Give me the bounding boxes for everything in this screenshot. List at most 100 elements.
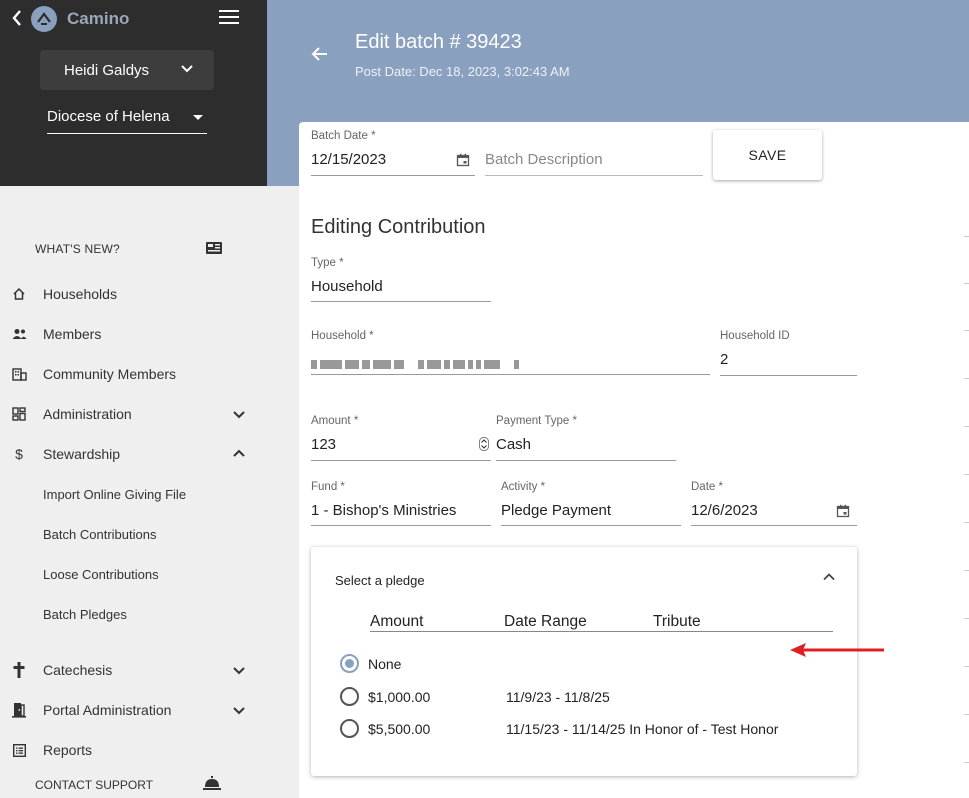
type-field[interactable]: Type * Household: [311, 257, 491, 302]
dollar-icon: $: [15, 446, 23, 462]
service-bell-icon[interactable]: [202, 775, 222, 791]
pledge-radio-1000[interactable]: [340, 687, 359, 706]
contact-support-label[interactable]: CONTACT SUPPORT: [35, 778, 153, 792]
sidebar-item-label: Members: [43, 326, 102, 342]
newspaper-icon[interactable]: [205, 241, 223, 255]
field-label: Household *: [311, 330, 374, 342]
building-icon: [11, 366, 27, 382]
field-value: 1 - Bishop's Ministries: [311, 502, 457, 519]
sidebar-item-stewardship[interactable]: $ Stewardship: [0, 434, 267, 474]
collapse-back-icon[interactable]: [11, 9, 27, 29]
sidebar-item-reports[interactable]: Reports: [0, 730, 267, 770]
field-label: Batch Date *: [311, 130, 376, 142]
pledge-date-range: 11/9/23 - 11/8/25: [506, 689, 610, 705]
header-divider: [370, 631, 833, 632]
field-value: Household: [311, 278, 383, 295]
redacted-household-name: [311, 355, 522, 372]
chevron-down-icon: [232, 703, 246, 717]
hamburger-menu-icon[interactable]: [219, 10, 239, 26]
user-menu-button[interactable]: Heidi Galdys: [40, 50, 214, 90]
sidebar-item-label: Stewardship: [43, 446, 121, 462]
field-value: Cash: [496, 436, 532, 453]
column-header-date-range: Date Range: [504, 613, 587, 630]
batch-description-field[interactable]: Batch Description: [485, 130, 703, 176]
household-field[interactable]: Household *: [311, 330, 710, 375]
sidebar-subitem-batch-contributions[interactable]: Batch Contributions: [43, 527, 156, 542]
camino-logo-icon: [31, 6, 57, 32]
organization-name: Diocese of Helena: [47, 108, 170, 125]
column-header-tribute: Tribute: [653, 613, 701, 630]
sidebar-item-label: Reports: [43, 742, 93, 758]
pledge-date-range: 11/15/23 - 11/14/25 In Honor of - Test H…: [506, 721, 779, 737]
pledge-radio-5500[interactable]: [340, 719, 359, 738]
field-label: Date *: [691, 481, 723, 493]
chevron-up-icon[interactable]: [822, 570, 836, 584]
sidebar-item-label: Catechesis: [43, 662, 113, 678]
post-date: Post Date: Dec 18, 2023, 3:02:43 AM: [355, 64, 570, 79]
activity-field[interactable]: Activity * Pledge Payment: [501, 481, 681, 526]
field-value: Pledge Payment: [501, 502, 612, 519]
sidebar-subitem-batch-pledges[interactable]: Batch Pledges: [43, 607, 127, 622]
sidebar-item-label: Administration: [43, 406, 132, 422]
field-label: Payment Type *: [496, 415, 577, 427]
sidebar-item-members[interactable]: Members: [0, 314, 267, 354]
field-value: 12/15/2023: [311, 151, 387, 168]
dashboard-icon: [11, 406, 27, 422]
cross-icon: [11, 662, 27, 678]
sidebar-item-administration[interactable]: Administration: [0, 394, 267, 434]
field-label: Household ID: [720, 330, 790, 342]
section-title: Editing Contribution: [311, 216, 486, 238]
sidebar-item-label: Community Members: [43, 366, 177, 382]
field-value: 123: [311, 436, 337, 453]
sidebar-item-community-members[interactable]: Community Members: [0, 354, 267, 394]
pledge-amount: None: [368, 656, 402, 672]
calendar-icon[interactable]: [456, 153, 470, 167]
field-label: Type *: [311, 257, 344, 269]
field-label: Fund *: [311, 481, 345, 493]
field-value: 12/6/2023: [691, 502, 758, 519]
number-spinner-icon[interactable]: [479, 437, 489, 451]
chevron-down-icon: [232, 407, 246, 421]
annotation-arrow-icon: [788, 640, 886, 660]
door-icon: [11, 702, 27, 718]
pledge-panel-heading: Select a pledge: [335, 573, 425, 588]
list-icon: [11, 742, 27, 758]
sidebar: Camino Heidi Galdys Diocese of Helena WH…: [0, 0, 267, 798]
user-name: Heidi Galdys: [64, 61, 150, 79]
sidebar-header: Camino Heidi Galdys Diocese of Helena: [0, 0, 267, 186]
household-id-field[interactable]: Household ID 2: [720, 330, 857, 376]
whats-new-label: WHAT'S NEW?: [35, 242, 120, 256]
pledge-amount: $5,500.00: [368, 721, 431, 737]
page-title: Edit batch # 39423: [355, 31, 522, 53]
sidebar-item-portal-administration[interactable]: Portal Administration: [0, 690, 267, 730]
column-header-amount: Amount: [370, 613, 424, 630]
sidebar-item-label: Portal Administration: [43, 702, 172, 718]
sidebar-item-label: Households: [43, 286, 117, 302]
dropdown-arrow-icon: [193, 115, 203, 120]
pledge-radio-none[interactable]: [340, 654, 359, 673]
fund-field[interactable]: Fund * 1 - Bishop's Ministries: [311, 481, 491, 526]
field-placeholder: Batch Description: [485, 151, 603, 168]
people-icon: [11, 326, 27, 342]
organization-select[interactable]: Diocese of Helena: [47, 108, 207, 134]
save-button[interactable]: SAVE: [713, 130, 822, 180]
field-label: Activity *: [501, 481, 546, 493]
sidebar-item-catechesis[interactable]: Catechesis: [0, 650, 267, 690]
batch-date-field[interactable]: Batch Date * 12/15/2023: [311, 130, 475, 176]
amount-field[interactable]: Amount * 123: [311, 415, 491, 461]
contribution-date-field[interactable]: Date * 12/6/2023: [691, 481, 857, 526]
back-arrow-icon[interactable]: [310, 44, 330, 64]
pledge-amount: $1,000.00: [368, 689, 431, 705]
sidebar-item-households[interactable]: Households: [0, 274, 267, 314]
chevron-down-icon: [232, 663, 246, 677]
field-value: 2: [720, 351, 729, 368]
sidebar-subitem-loose-contributions[interactable]: Loose Contributions: [43, 567, 159, 582]
calendar-icon[interactable]: [836, 504, 850, 518]
field-label: Amount *: [311, 415, 359, 427]
chevron-up-icon: [232, 447, 246, 461]
app-brand: Camino: [67, 9, 130, 28]
home-icon: [11, 286, 27, 302]
chevron-down-icon: [180, 61, 194, 78]
sidebar-subitem-import-online-giving[interactable]: Import Online Giving File: [43, 487, 186, 502]
payment-type-field[interactable]: Payment Type * Cash: [496, 415, 676, 461]
